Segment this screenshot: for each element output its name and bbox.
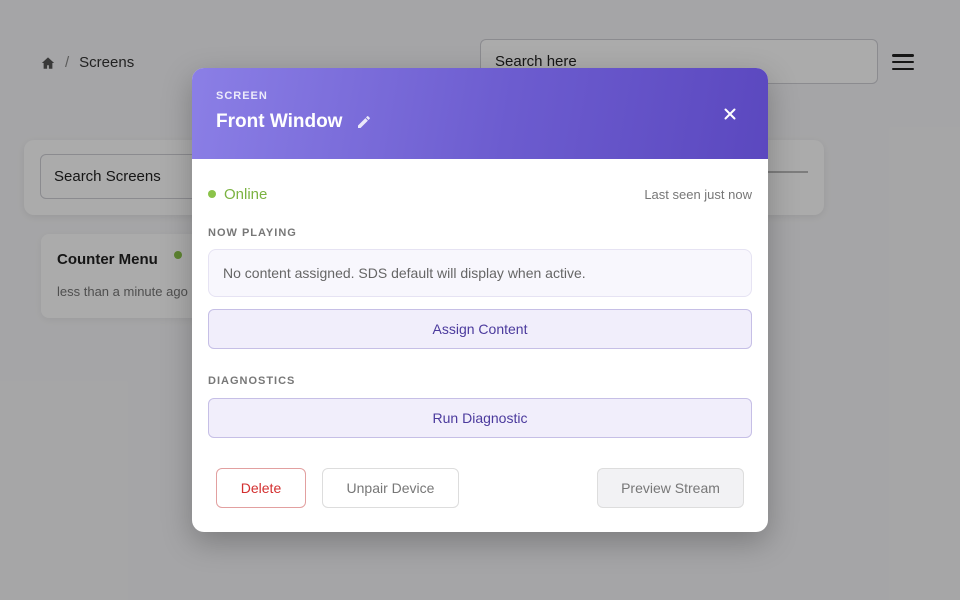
preview-stream-button[interactable]: Preview Stream [597, 468, 744, 508]
run-diagnostic-button[interactable]: Run Diagnostic [208, 398, 752, 438]
now-playing-label: NOW PLAYING [208, 227, 297, 239]
modal-title-row: Front Window [216, 111, 744, 133]
now-playing-box: No content assigned. SDS default will di… [208, 249, 752, 297]
assign-content-button[interactable]: Assign Content [208, 309, 752, 349]
modal-footer: Delete Unpair Device Preview Stream [216, 468, 744, 508]
status-text: Online [224, 185, 268, 203]
status-indicator: Online [208, 186, 267, 203]
modal-eyebrow: SCREEN [216, 90, 268, 102]
status-row: Online Last seen just now [208, 159, 752, 229]
diagnostics-label: DIAGNOSTICS [208, 375, 296, 387]
modal-header: SCREEN Front Window [192, 68, 768, 159]
screen-modal: SCREEN Front Window Online Last seen jus… [192, 68, 768, 532]
now-playing-text: No content assigned. SDS default will di… [223, 265, 586, 281]
unpair-device-button[interactable]: Unpair Device [322, 468, 459, 508]
page: / Screens Search here Search Screens Cou… [0, 0, 960, 600]
close-icon[interactable] [720, 104, 740, 124]
modal-body: Online Last seen just now NOW PLAYING No… [192, 159, 768, 438]
online-dot [208, 190, 216, 198]
modal-title: Front Window [216, 111, 343, 132]
last-seen: Last seen just now [644, 186, 752, 202]
delete-button[interactable]: Delete [216, 468, 306, 508]
pencil-icon[interactable] [356, 114, 372, 130]
